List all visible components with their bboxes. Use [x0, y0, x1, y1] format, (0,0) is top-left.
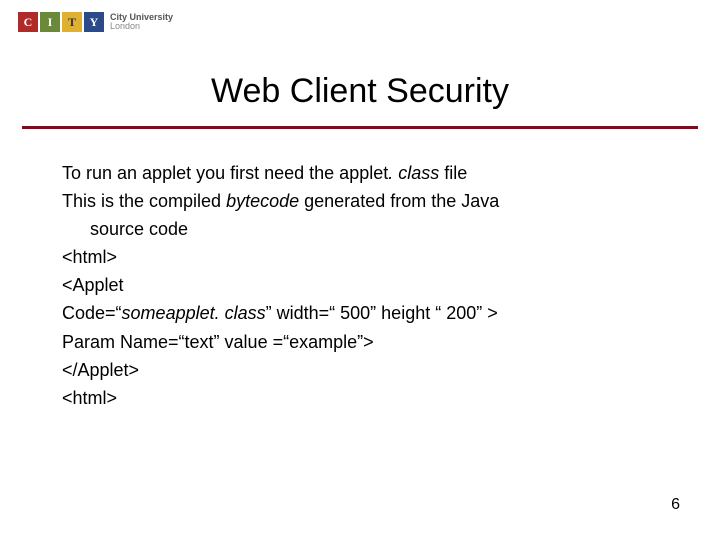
university-logo: C I T Y City University London	[18, 12, 173, 32]
logo-letter-y: Y	[84, 12, 104, 32]
body-line-5b: someapplet. class	[122, 303, 266, 323]
body-line-2: This is the compiled bytecode generated …	[62, 188, 662, 214]
body-line-5c: ” width=“ 500” height “ 200” >	[266, 303, 498, 323]
body-line-1: To run an applet you first need the appl…	[62, 160, 662, 186]
body-line-1a: To run an applet you first need the appl…	[62, 163, 388, 183]
slide-title: Web Client Security	[0, 72, 720, 111]
logo-boxes: C I T Y	[18, 12, 104, 32]
body-line-5a: Code=“	[62, 303, 122, 323]
body-line-2-cont: source code	[62, 216, 662, 242]
body-line-7: </Applet>	[62, 357, 662, 383]
body-line-8: <html>	[62, 385, 662, 411]
body-line-6: Param Name=“text” value =“example”>	[62, 329, 662, 355]
body-line-1b: . class	[388, 163, 439, 183]
logo-text: City University London	[110, 13, 173, 32]
logo-text-line2: London	[110, 22, 173, 31]
logo-letter-t: T	[62, 12, 82, 32]
title-divider	[22, 126, 698, 129]
body-line-3: <html>	[62, 244, 662, 270]
body-line-2b: bytecode	[226, 191, 299, 211]
body-line-2c: generated from the Java	[299, 191, 499, 211]
body-line-4: <Applet	[62, 272, 662, 298]
logo-letter-c: C	[18, 12, 38, 32]
logo-letter-i: I	[40, 12, 60, 32]
body-line-5: Code=“someapplet. class” width=“ 500” he…	[62, 300, 662, 326]
page-number: 6	[671, 496, 680, 514]
body-line-2a: This is the compiled	[62, 191, 226, 211]
body-line-1c: file	[439, 163, 467, 183]
slide-body: To run an applet you first need the appl…	[62, 160, 662, 413]
